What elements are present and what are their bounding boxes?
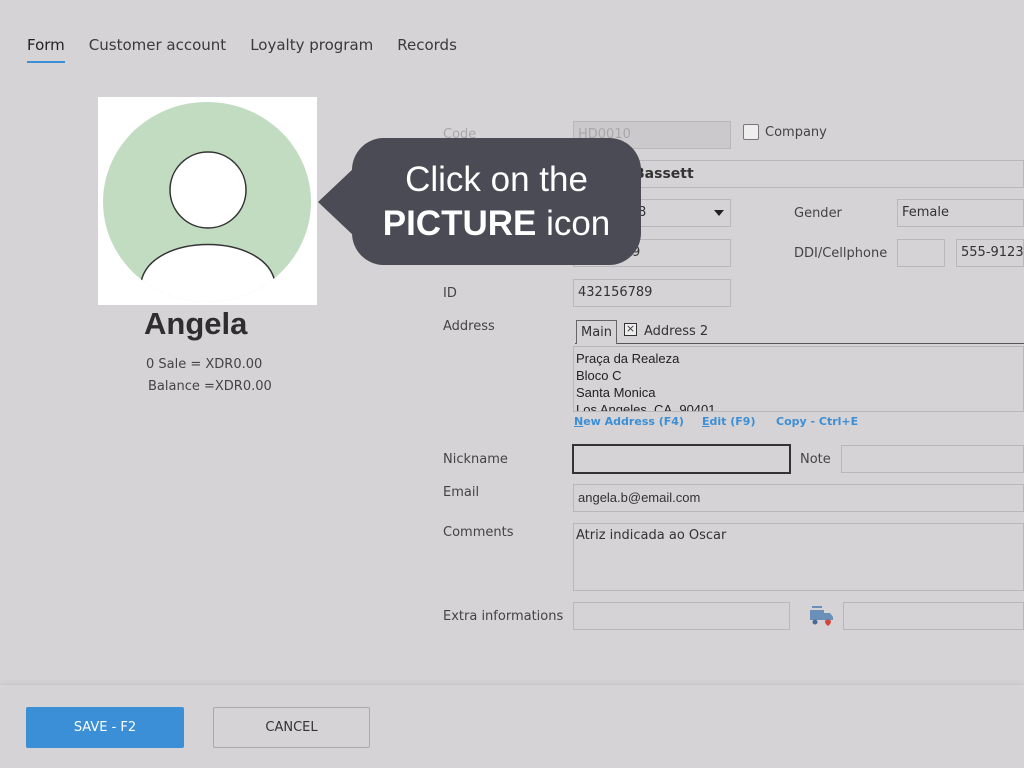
tab-records[interactable]: Records	[397, 36, 457, 63]
address-tab-main-label: Main	[581, 325, 613, 340]
person-silhouette-icon	[140, 151, 276, 302]
customer-name: Angela	[144, 306, 248, 341]
chevron-down-icon	[714, 210, 724, 216]
sale-summary: 0 Sale = XDR0.00	[146, 357, 263, 372]
id-field[interactable]: 432156789	[573, 279, 731, 307]
address-tabs: Main × Address 2	[575, 320, 1024, 344]
address-line: Santa Monica	[576, 385, 656, 400]
save-button[interactable]: SAVE - F2	[26, 707, 184, 748]
tab-bar: Form Customer account Loyalty program Re…	[27, 36, 481, 63]
ddi-field[interactable]	[897, 239, 945, 267]
address-tab-main[interactable]: Main	[576, 320, 618, 344]
gender-label: Gender	[794, 206, 842, 221]
profile-picture[interactable]	[98, 97, 317, 305]
note-label: Note	[800, 452, 831, 467]
comments-label: Comments	[443, 525, 514, 540]
copy-address-link[interactable]: Copy - Ctrl+E	[776, 415, 858, 428]
new-address-link[interactable]: New Address (F4)	[574, 415, 684, 428]
address-textarea[interactable]: Praça da Realeza Bloco C Santa Monica Lo…	[573, 346, 1024, 412]
email-field[interactable]: angela.b@email.com	[573, 484, 1024, 512]
callout-line-2: PICTURE icon	[382, 204, 611, 243]
ddi-cellphone-label: DDI/Cellphone	[794, 246, 888, 261]
id-label: ID	[443, 286, 457, 301]
avatar-placeholder	[103, 102, 311, 302]
address-tab-2[interactable]: Address 2	[644, 324, 708, 339]
extra-informations-field-2[interactable]	[843, 602, 1024, 630]
nickname-field[interactable]	[572, 444, 791, 474]
balance-summary: Balance =XDR0.00	[148, 379, 272, 394]
instruction-callout: Click on the PICTURE icon	[352, 138, 641, 265]
comments-textarea[interactable]: Atriz indicada ao Oscar	[573, 523, 1024, 591]
address-label: Address	[443, 319, 495, 334]
cellphone-field[interactable]: 555-9123	[956, 239, 1024, 267]
address-line: Bloco C	[576, 368, 622, 383]
close-icon[interactable]: ×	[624, 323, 637, 336]
tab-form[interactable]: Form	[27, 36, 65, 63]
nickname-label: Nickname	[443, 452, 508, 467]
company-label: Company	[765, 125, 827, 140]
tab-loyalty-program[interactable]: Loyalty program	[250, 36, 373, 63]
cancel-button[interactable]: CANCEL	[213, 707, 370, 748]
gender-field[interactable]: Female	[897, 199, 1024, 227]
company-checkbox[interactable]	[743, 124, 759, 140]
edit-address-link[interactable]: Edit (F9)	[702, 415, 755, 428]
address-line: Los Angeles, CA, 90401	[576, 402, 716, 412]
extra-informations-field[interactable]	[573, 602, 790, 630]
note-field[interactable]	[841, 445, 1024, 473]
email-label: Email	[443, 485, 480, 500]
delivery-truck-heart-icon[interactable]	[808, 604, 836, 628]
tab-customer-account[interactable]: Customer account	[89, 36, 226, 63]
callout-line-1: Click on the	[405, 160, 588, 199]
address-line: Praça da Realeza	[576, 351, 680, 366]
extra-informations-label: Extra informations	[443, 609, 564, 624]
callout-pointer	[318, 168, 354, 236]
